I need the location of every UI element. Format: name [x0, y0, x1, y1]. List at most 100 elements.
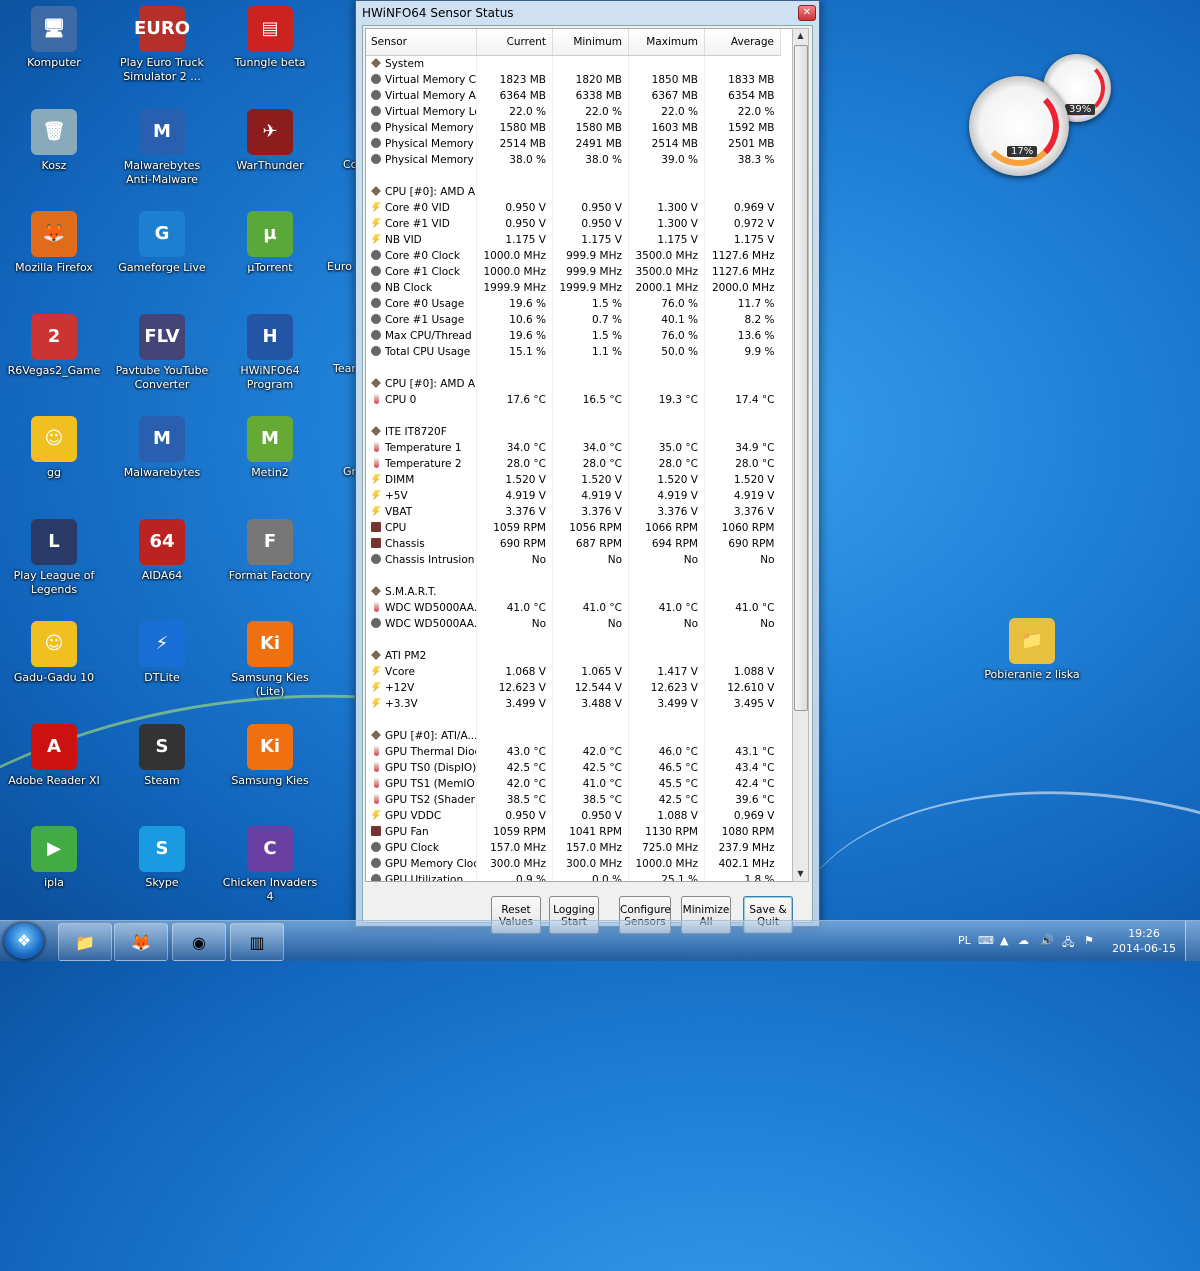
sensor-group-row[interactable]: ITE IT8720F	[366, 424, 781, 440]
sensor-row[interactable]: Chassis 690 RPM 687 RPM 694 RPM 690 RPM	[366, 536, 781, 552]
sensor-row[interactable]: VBAT 3.376 V 3.376 V 3.376 V 3.376 V	[366, 504, 781, 520]
column-header-sensor[interactable]: Sensor	[366, 29, 477, 56]
desktop-icon-chicken-invaders-4[interactable]: C Chicken Invaders 4	[218, 826, 322, 904]
sensor-row[interactable]: Temperature 2 28.0 °C 28.0 °C 28.0 °C 28.0 °…	[366, 456, 781, 472]
show-desktop-button[interactable]	[1185, 921, 1200, 961]
sensor-row[interactable]: WDC WD5000AA... 41.0 °C 41.0 °C 41.0 °C 41.0…	[366, 600, 781, 616]
taskbar-button-media[interactable]: ◉	[172, 923, 226, 961]
desktop-icon-mozilla-firefox[interactable]: 🦊 Mozilla Firefox	[2, 211, 106, 275]
column-header-minimum[interactable]: Minimum	[552, 29, 629, 56]
sensor-row[interactable]: GPU TS1 (MemIO) 42.0 °C 41.0 °C 45.5 °C 42.4…	[366, 776, 781, 792]
sensor-group-row[interactable]: ATI PM2	[366, 648, 781, 664]
sensor-row[interactable]: NB Clock 1999.9 MHz 1999.9 MHz 2000.1 MHz 20…	[366, 280, 781, 296]
sensor-row[interactable]: Vcore 1.068 V 1.065 V 1.417 V 1.088 V	[366, 664, 781, 680]
sensor-group-row[interactable]: GPU [#0]: ATI/A...	[366, 728, 781, 744]
sensor-row[interactable]: Chassis Intrusion No No No No	[366, 552, 781, 568]
sensor-grid[interactable]: Sensor Current Minimum Maximum Average Syste…	[365, 28, 793, 882]
desktop-icon-aida64[interactable]: 64 AIDA64	[110, 518, 214, 583]
sensor-row[interactable]: GPU Clock 157.0 MHz 157.0 MHz 725.0 MHz 237.…	[366, 840, 781, 856]
window-titlebar[interactable]: HWiNFO64 Sensor Status	[356, 1, 819, 25]
sensor-group-row[interactable]: CPU [#0]: AMD A...	[366, 376, 781, 392]
desktop-icon-pavtube-youtube-converter[interactable]: FLV Pavtube YouTube Converter	[110, 313, 214, 392]
desktop-icon-gg[interactable]: ☺ gg	[2, 416, 106, 480]
desktop-icon-samsung-kies[interactable]: Ki Samsung Kies	[218, 723, 322, 788]
weather-icon[interactable]: ☁	[1018, 934, 1029, 947]
sensor-row[interactable]: Max CPU/Thread ... 19.6 % 1.5 % 76.0 % 13.6 …	[366, 328, 781, 344]
sensor-row[interactable]: GPU TS2 (Shader) 38.5 °C 38.5 °C 42.5 °C 39.…	[366, 792, 781, 808]
desktop-icon-pobieranie-z-liska[interactable]: 📁 Pobieranie z liska	[980, 618, 1084, 682]
sensor-row[interactable]: CPU 0 17.6 °C 16.5 °C 19.3 °C 17.4 °C	[366, 392, 781, 408]
sensor-row[interactable]: Physical Memory ...2514 MB2491 MB2514 MB…	[366, 136, 781, 152]
show-hidden-icons[interactable]: ▲	[1000, 934, 1008, 947]
scroll-up-icon[interactable]: ▲	[793, 29, 808, 43]
keyboard-icon[interactable]: ⌨	[978, 934, 994, 947]
sensor-row[interactable]: Physical Memory ...38.0 %38.0 %39.0 %38.…	[366, 152, 781, 168]
desktop-icon-gameforge-live[interactable]: G Gameforge Live	[110, 211, 214, 275]
sensor-row[interactable]: +12V 12.623 V 12.544 V 12.623 V 12.610 V	[366, 680, 781, 696]
desktop-icon-komputer[interactable]: 🖥 Komputer	[2, 6, 106, 70]
language-indicator[interactable]: PL	[958, 934, 971, 947]
sensor-row[interactable]: +3.3V 3.499 V 3.488 V 3.499 V 3.495 V	[366, 696, 781, 712]
sensor-row[interactable]: WDC WD5000AA... No No No No	[366, 616, 781, 632]
desktop-icon-metin2[interactable]: M Metin2	[218, 416, 322, 480]
sensor-row[interactable]: GPU Fan 1059 RPM 1041 RPM 1130 RPM 1080 RPM	[366, 824, 781, 840]
scroll-down-icon[interactable]: ▼	[793, 867, 808, 881]
desktop-icon-malwarebytes-anti-malware[interactable]: M Malwarebytes Anti-Malware	[110, 108, 214, 187]
sensor-row[interactable]: GPU Memory Clock 300.0 MHz 300.0 MHz 1000.0…	[366, 856, 781, 872]
desktop-icon-steam[interactable]: S Steam	[110, 723, 214, 788]
network-icon[interactable]: 🖧	[1062, 934, 1074, 953]
close-button[interactable]: ✕	[798, 5, 816, 21]
column-header-current[interactable]: Current	[476, 29, 553, 56]
desktop-icon-r6vegas2-game[interactable]: 2 R6Vegas2_Game	[2, 313, 106, 378]
taskbar-button-explorer[interactable]: 📁	[58, 923, 112, 961]
sensor-row[interactable]: NB VID 1.175 V 1.175 V 1.175 V 1.175 V	[366, 232, 781, 248]
volume-icon[interactable]: 🔊	[1040, 934, 1054, 947]
desktop-icon-torrent[interactable]: µ µTorrent	[218, 211, 322, 275]
sensor-group-row[interactable]: CPU [#0]: AMD A...	[366, 184, 781, 200]
column-header-average[interactable]: Average	[704, 29, 781, 56]
sensor-row[interactable]: Core #1 Clock 1000.0 MHz 999.9 MHz 3500.0 M…	[366, 264, 781, 280]
desktop-icon-kosz[interactable]: 🗑 Kosz	[2, 108, 106, 173]
sensor-row[interactable]: Total CPU Usage 15.1 % 1.1 % 50.0 % 9.9 %	[366, 344, 781, 360]
column-header-maximum[interactable]: Maximum	[628, 29, 705, 56]
desktop-icon-hwinfo64-program[interactable]: H HWiNFO64 Program	[218, 313, 322, 392]
desktop-icon-play-league-of-legends[interactable]: L Play League of Legends	[2, 518, 106, 597]
action-center-icon[interactable]: ⚑	[1084, 934, 1094, 947]
desktop-icon-adobe-reader-xi[interactable]: A Adobe Reader XI	[2, 723, 106, 788]
sensor-row[interactable]: Virtual Memory A... 6364 MB 6338 MB 6367 MB…	[366, 88, 781, 104]
desktop-icon-warthunder[interactable]: ✈ WarThunder	[218, 108, 322, 173]
sensor-row[interactable]: Core #0 VID 0.950 V 0.950 V 1.300 V 0.969 V	[366, 200, 781, 216]
sensor-row[interactable]: Virtual Memory C... 1823 MB 1820 MB 1850 MB…	[366, 72, 781, 88]
desktop-icon-play-euro-truck-simulator-2[interactable]: EURO Play Euro Truck Simulator 2 ...	[110, 6, 214, 84]
sensor-row[interactable]: GPU TS0 (DispIO) 42.5 °C 42.5 °C 46.5 °C 43.…	[366, 760, 781, 776]
desktop-icon-malwarebytes[interactable]: M Malwarebytes	[110, 416, 214, 480]
sensor-row[interactable]: GPU VDDC 0.950 V 0.950 V 1.088 V 0.969 V	[366, 808, 781, 824]
sensor-row[interactable]: GPU Utilization 0.9 % 0.0 % 25.1 % 1.8 %	[366, 872, 781, 881]
start-button[interactable]: ❖	[4, 923, 44, 959]
sensor-row[interactable]: Virtual Memory Load22.0 %22.0 %22.0 %22.…	[366, 104, 781, 120]
desktop-icon-skype[interactable]: S Skype	[110, 826, 214, 890]
sensor-row[interactable]: Core #0 Clock 1000.0 MHz 999.9 MHz 3500.0 M…	[366, 248, 781, 264]
sensor-row[interactable]: GPU Thermal Diode43.0 °C42.0 °C46.0 °C43…	[366, 744, 781, 760]
desktop-icon-ipla[interactable]: ▶ ipla	[2, 826, 106, 890]
sensor-group-row[interactable]: System	[366, 55, 781, 72]
sensor-row[interactable]: DIMM 1.520 V 1.520 V 1.520 V 1.520 V	[366, 472, 781, 488]
vertical-scrollbar[interactable]: ▲ ▼	[792, 28, 809, 882]
scroll-thumb[interactable]	[794, 45, 808, 711]
desktop-icon-gadu-gadu-10[interactable]: ☺ Gadu-Gadu 10	[2, 621, 106, 685]
sensor-row[interactable]: Temperature 1 34.0 °C 34.0 °C 35.0 °C 34.9 °…	[366, 440, 781, 456]
desktop-icon-format-factory[interactable]: F Format Factory	[218, 518, 322, 583]
sensor-row[interactable]: Core #0 Usage 19.6 % 1.5 % 76.0 % 11.7 %	[366, 296, 781, 312]
taskbar-button-hwinfo[interactable]: ▥	[230, 923, 284, 961]
sensor-row[interactable]: Core #1 Usage 10.6 % 0.7 % 40.1 % 8.2 %	[366, 312, 781, 328]
sensor-group-row[interactable]: S.M.A.R.T.	[366, 584, 781, 600]
desktop-icon-samsung-kies-lite[interactable]: Ki Samsung Kies (Lite)	[218, 621, 322, 699]
sensor-row[interactable]: CPU 1059 RPM 1056 RPM 1066 RPM 1060 RPM	[366, 520, 781, 536]
cpu-meter-gadget[interactable]: 39% 17%	[965, 48, 1135, 176]
sensor-row[interactable]: +5V 4.919 V 4.919 V 4.919 V 4.919 V	[366, 488, 781, 504]
sensor-row[interactable]: Physical Memory ...1580 MB1580 MB1603 MB…	[366, 120, 781, 136]
desktop-icon-tunngle-beta[interactable]: ▤ Tunngle beta	[218, 6, 322, 70]
clock[interactable]: 19:26 2014-06-15	[1112, 926, 1176, 956]
desktop-icon-dtlite[interactable]: ⚡ DTLite	[110, 621, 214, 685]
sensor-row[interactable]: Core #1 VID 0.950 V 0.950 V 1.300 V 0.972 V	[366, 216, 781, 232]
